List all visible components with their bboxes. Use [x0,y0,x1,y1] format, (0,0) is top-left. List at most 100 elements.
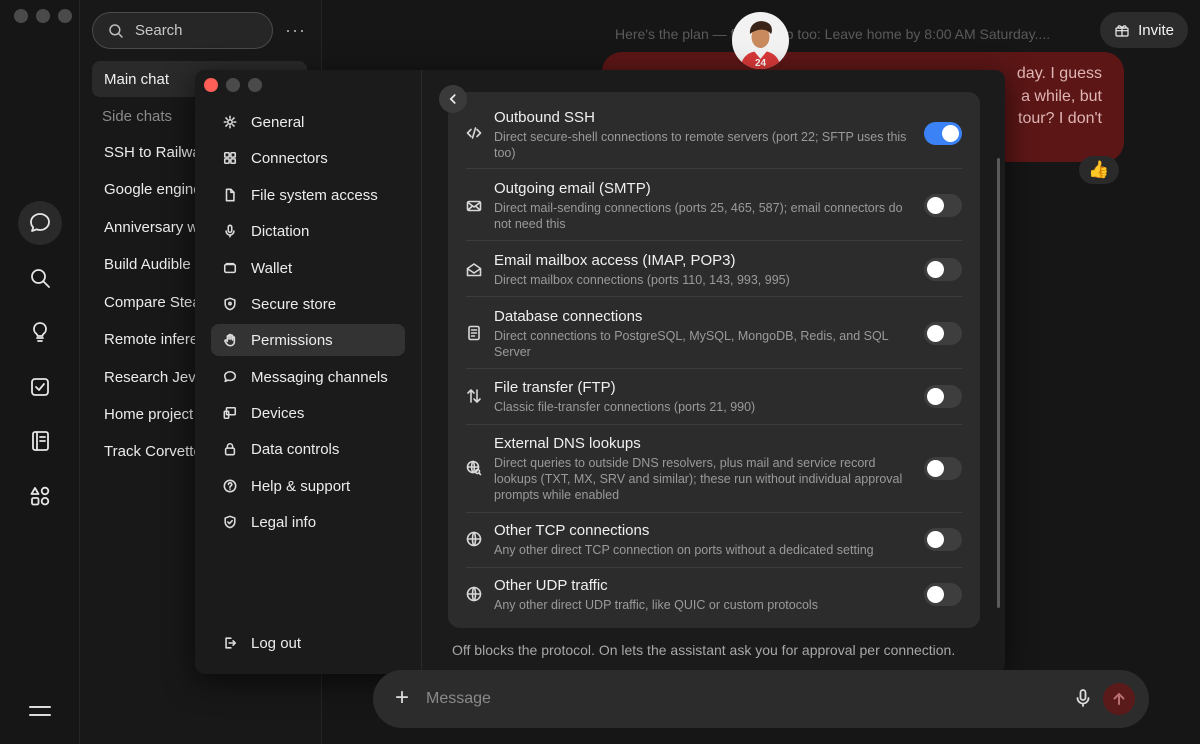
message-input[interactable]: Message [426,690,491,708]
logout-button[interactable]: Log out [211,627,405,659]
scrollbar[interactable] [997,158,1000,608]
protocol-toggle[interactable] [924,385,962,408]
settings-nav-label: File system access [251,186,378,204]
side-chat-item[interactable]: Build Audible l [104,256,196,273]
notebook-icon[interactable] [18,419,62,463]
settings-nav-devices[interactable]: Devices [211,397,405,429]
settings-nav-label: Help & support [251,477,351,495]
protocol-description: Direct connections to PostgreSQL, MySQL,… [494,329,889,359]
protocol-description: Any other direct UDP traffic, like QUIC … [494,598,818,612]
side-chat-item[interactable]: Track Corvette [104,443,196,460]
protocol-title: Outbound SSH [494,109,595,126]
invite-button[interactable]: Invite [1100,12,1188,48]
protocol-row-smtp: Outgoing email (SMTP) Direct mail-sendin… [466,169,962,241]
settings-nav-file-system-access[interactable]: File system access [211,179,405,211]
settings-nav-label: Permissions [251,331,333,349]
arrow-up-icon [1113,692,1125,705]
protocol-toggle[interactable] [924,258,962,281]
protocol-row-database: Database connections Direct connections … [466,297,962,369]
settings-nav-connectors[interactable]: Connectors [211,142,405,174]
back-button[interactable] [439,85,467,113]
thumbs-up-reaction[interactable]: 👍 [1079,156,1119,184]
lightbulb-icon[interactable] [18,310,62,354]
protocol-title: External DNS lookups [494,435,641,452]
help-circle-icon [223,479,237,493]
protocol-description: Any other direct TCP connection on ports… [494,543,874,557]
protocol-toggle[interactable] [924,122,962,145]
protocol-title: File transfer (FTP) [494,379,616,396]
settings-nav-label: Devices [251,404,305,422]
microphone-icon[interactable] [1073,688,1093,713]
globe-icon [466,586,484,604]
side-chat-item[interactable]: Google engine [104,181,196,198]
chevron-left-icon [449,94,456,104]
microphone-icon [225,224,235,238]
settings-nav-label: Connectors [251,149,328,167]
protocol-description: Direct mailbox connections (ports 110, 1… [494,273,790,287]
side-chat-item[interactable]: Remote infere [104,331,196,348]
settings-nav-label: Messaging channels [251,368,388,386]
avatar[interactable]: 24 [732,12,789,69]
message-composer: + Message [373,670,1149,728]
settings-nav-general[interactable]: General [211,106,405,138]
protocol-title: Database connections [494,308,643,325]
mail-icon [466,198,484,216]
bubble-line: day. I guess [1016,65,1102,82]
permissions-footnote: Off blocks the protocol. On lets the ass… [452,642,956,658]
wallet-icon [223,262,237,274]
search-icon [109,23,123,38]
side-chat-item[interactable]: SSH to Railway [104,144,196,161]
settings-nav-messaging-channels[interactable]: Messaging channels [211,361,405,393]
app-window: Search ··· Main chat Side chats SSH to R… [0,0,1200,744]
plus-icon[interactable]: + [395,685,409,711]
settings-window: General Connectors File system access Di… [195,70,1005,674]
side-chat-item[interactable]: Anniversary w [104,219,196,236]
minimize-dot[interactable] [226,78,240,92]
side-chat-item[interactable]: Home project [104,406,196,423]
protocol-row-tcp: Other TCP connections Any other direct T… [466,513,962,568]
gear-icon [223,115,237,129]
settings-nav-legal-info[interactable]: Legal info [211,506,405,538]
settings-nav-permissions[interactable]: Permissions [211,324,405,356]
bubble-line: tour? I don't [1018,110,1102,127]
settings-nav-secure-store[interactable]: Secure store [211,288,405,320]
protocol-row-imap-pop3: Email mailbox access (IMAP, POP3) Direct… [466,241,962,297]
lock-icon [224,443,236,456]
settings-nav-wallet[interactable]: Wallet [211,252,405,284]
hand-icon [224,333,236,347]
send-button[interactable] [1103,683,1135,715]
search-input[interactable]: Search [92,12,273,49]
protocol-toggle[interactable] [924,322,962,345]
protocol-row-udp: Other UDP traffic Any other direct UDP t… [466,568,962,628]
nav-rail [0,0,80,744]
protocol-title: Email mailbox access (IMAP, POP3) [494,252,736,269]
protocol-permissions-panel: Outbound SSH Direct secure-shell connect… [448,92,980,628]
protocol-toggle[interactable] [924,194,962,217]
search-icon[interactable] [18,256,62,300]
message-preview: Here's the plan — for the trip too: Leav… [615,26,1051,42]
checkbox-icon[interactable] [18,365,62,409]
side-chat-item[interactable]: Compare Stea [104,294,196,311]
protocol-title: Outgoing email (SMTP) [494,180,651,197]
close-dot[interactable] [204,78,218,92]
menu-icon[interactable] [29,706,51,722]
protocol-description: Direct secure-shell connections to remot… [494,130,907,160]
protocol-toggle[interactable] [924,528,962,551]
side-chats-heading: Side chats [102,108,173,125]
protocol-toggle[interactable] [924,457,962,480]
gift-icon [1115,25,1129,37]
chat-icon[interactable] [18,201,62,245]
protocol-description: Direct queries to outside DNS resolvers,… [494,456,903,502]
file-icon [225,188,235,202]
settings-nav-data-controls[interactable]: Data controls [211,433,405,465]
main-chat-label: Main chat [104,70,170,88]
side-chat-item[interactable]: Research Jev [104,369,196,386]
settings-nav-label: Data controls [251,440,340,458]
protocol-toggle[interactable] [924,583,962,606]
apps-icon[interactable] [18,474,62,518]
settings-nav-help-support[interactable]: Help & support [211,470,405,502]
maximize-dot[interactable] [248,78,262,92]
settings-nav-dictation[interactable]: Dictation [211,215,405,247]
mail-open-icon [466,262,484,280]
more-options-icon[interactable]: ··· [285,20,306,41]
